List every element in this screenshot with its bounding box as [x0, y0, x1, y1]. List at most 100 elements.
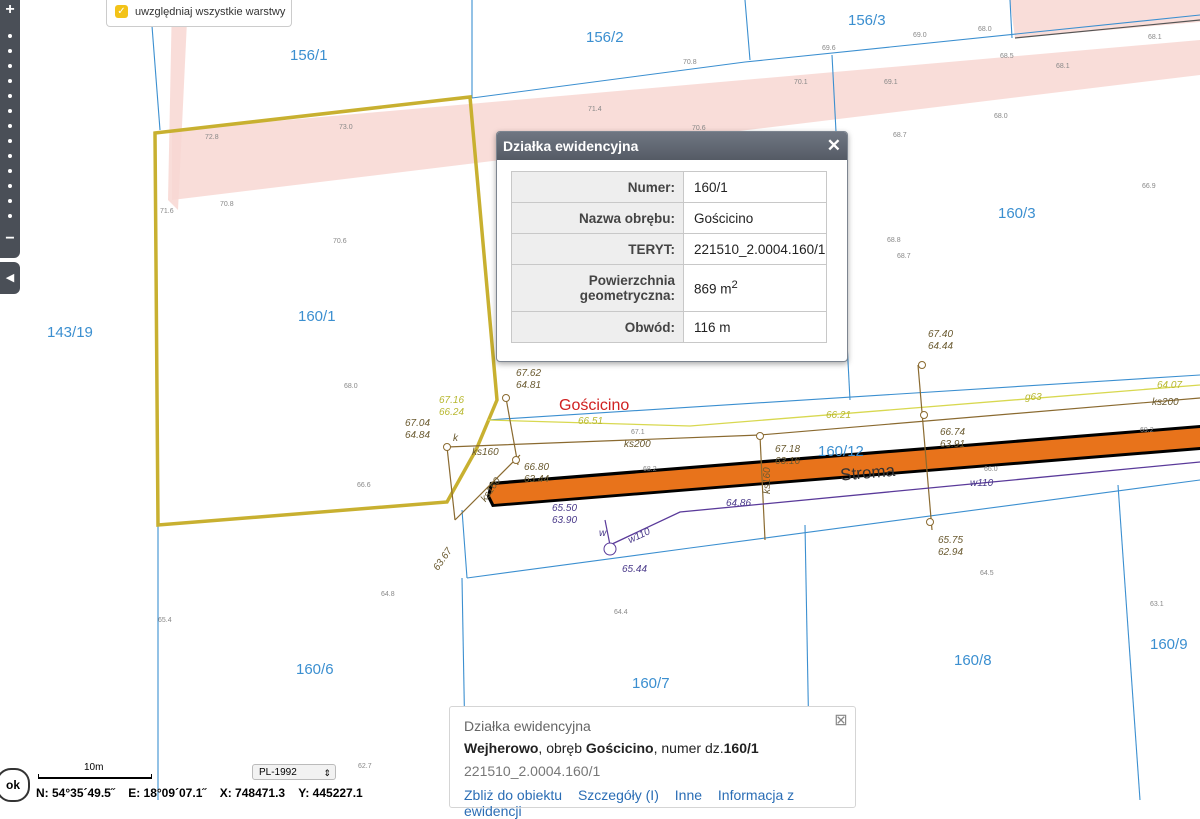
svg-text:66.51: 66.51 [578, 416, 603, 427]
map-canvas[interactable]: 156/1 156/2 156/3 143/19 160/1 160/3 160… [0, 0, 1200, 800]
zoom-level-dot[interactable] [8, 199, 12, 203]
table-row: Numer: 160/1 [511, 171, 828, 203]
svg-text:67.40: 67.40 [928, 329, 953, 340]
close-icon[interactable]: ✕ [827, 132, 841, 160]
zoom-level-dot[interactable] [8, 94, 12, 98]
zoom-level-dot[interactable] [8, 64, 12, 68]
info-links: Zbliż do obiektu Szczegóły (I) Inne Info… [464, 787, 855, 819]
layers-toggle-label: uwzględniaj wszystkie warstwy [135, 6, 286, 18]
svg-text:68.0: 68.0 [978, 26, 992, 33]
zoom-level-dot[interactable] [8, 49, 12, 53]
svg-text:68.0: 68.0 [994, 113, 1008, 120]
zoom-level-dot[interactable] [8, 109, 12, 113]
attr-value: 160/1 [682, 171, 828, 203]
svg-text:w: w [599, 528, 607, 539]
zoom-toolbar: + − [0, 0, 20, 258]
parcel-label-160-1: 160/1 [298, 308, 336, 325]
svg-text:g63: g63 [1025, 392, 1042, 403]
svg-text:64.86: 64.86 [726, 498, 751, 509]
svg-text:63.1: 63.1 [1150, 601, 1164, 608]
zoom-level-dot[interactable] [8, 139, 12, 143]
ok-button[interactable]: ok [0, 768, 30, 802]
attr-key: Nazwa obrębu: [511, 202, 684, 234]
attr-value: Gościcino [682, 202, 828, 234]
svg-text:66.21: 66.21 [826, 410, 851, 421]
svg-text:71.6: 71.6 [160, 208, 174, 215]
popup-header: Działka ewidencyjna ✕ [497, 132, 847, 160]
zoom-to-object-link[interactable]: Zbliż do obiektu [464, 787, 562, 803]
svg-text:64.07: 64.07 [1157, 380, 1182, 391]
svg-text:69.0: 69.0 [913, 32, 927, 39]
svg-text:w110: w110 [970, 478, 994, 489]
scale-label: 10m [84, 762, 104, 773]
svg-text:66.74: 66.74 [940, 427, 965, 438]
svg-text:68.7: 68.7 [897, 253, 911, 260]
zoom-level-dot[interactable] [8, 184, 12, 188]
svg-text:66.9: 66.9 [1142, 183, 1156, 190]
svg-text:73.0: 73.0 [339, 124, 353, 131]
svg-text:70.6: 70.6 [333, 238, 347, 245]
collapse-panel-icon[interactable]: ◀ [0, 262, 20, 294]
svg-text:68.1: 68.1 [1056, 63, 1070, 70]
parcel-label-160-7: 160/7 [632, 675, 670, 692]
road-reserve-top [1010, 0, 1200, 38]
details-link[interactable]: Szczegóły (I) [578, 787, 659, 803]
zoom-level-dot[interactable] [8, 79, 12, 83]
zoom-level-dot[interactable] [8, 124, 12, 128]
table-row: Obwód: 116 m [511, 311, 828, 343]
zoom-in-icon[interactable]: + [0, 2, 20, 18]
svg-text:68.1: 68.1 [1148, 34, 1162, 41]
info-description: Wejherowo, obręb Gościcino, numer dz.160… [464, 740, 759, 756]
svg-text:67.62: 67.62 [516, 368, 541, 379]
svg-text:70.8: 70.8 [220, 201, 234, 208]
svg-text:70.1: 70.1 [794, 79, 808, 86]
svg-text:66.6: 66.6 [357, 482, 371, 489]
svg-text:63.16: 63.16 [775, 456, 800, 467]
coord-x: X: 748471.3 [219, 786, 286, 800]
svg-text:67.04: 67.04 [405, 418, 430, 429]
svg-text:69.6: 69.6 [822, 45, 836, 52]
place-name: Gościcino [559, 397, 629, 414]
svg-text:68.8: 68.8 [887, 237, 901, 244]
svg-text:68.0: 68.0 [344, 383, 358, 390]
svg-text:64.84: 64.84 [405, 430, 430, 441]
close-icon[interactable]: ⊠ [833, 713, 849, 729]
svg-text:64.81: 64.81 [516, 380, 541, 391]
scale-bar [38, 774, 152, 779]
svg-text:64.8: 64.8 [381, 591, 395, 598]
popup-title: Działka ewidencyjna [503, 138, 639, 154]
zoom-out-icon[interactable]: − [0, 231, 20, 247]
info-teryt: 221510_2.0004.160/1 [464, 763, 601, 779]
parcel-label-156-1: 156/1 [290, 47, 328, 64]
attr-key: Numer: [511, 171, 684, 203]
table-row: TERYT: 221510_2.0004.160/1 [511, 233, 828, 265]
info-title: Działka ewidencyjna [464, 718, 591, 734]
svg-text:ks200: ks200 [624, 439, 651, 450]
checkbox-icon[interactable]: ✓ [115, 5, 128, 18]
attr-value: 869 m2 [682, 264, 828, 312]
svg-text:65.75: 65.75 [938, 535, 963, 546]
svg-text:63.44: 63.44 [524, 474, 549, 485]
zoom-level-dot[interactable] [8, 169, 12, 173]
other-link[interactable]: Inne [675, 787, 702, 803]
coordinates-readout: N: 54°35´49.5˝ E: 18°09´07.1˝ X: 748471.… [36, 786, 373, 800]
svg-text:62.7: 62.7 [358, 763, 372, 770]
parcel-label-160-9: 160/9 [1150, 636, 1188, 653]
table-row: Powierzchnia geometryczna: 869 m2 [511, 264, 828, 312]
svg-text:72.8: 72.8 [205, 134, 219, 141]
parcel-label-143-19: 143/19 [47, 324, 93, 341]
zoom-level-dot[interactable] [8, 154, 12, 158]
coord-e: E: 18°09´07.1˝ [128, 786, 207, 800]
info-district: Gościcino [585, 740, 654, 756]
parcel-popup: Działka ewidencyjna ✕ Numer: 160/1 Nazwa… [496, 131, 848, 362]
layers-toggle[interactable]: ✓ uwzględniaj wszystkie warstwy [106, 0, 292, 27]
crs-select[interactable]: PL-1992 ⇕ [252, 764, 336, 780]
attr-key: Obwód: [511, 311, 684, 343]
attr-key: Powierzchnia geometryczna: [511, 264, 684, 312]
crs-value: PL-1992 [259, 767, 297, 778]
zoom-level-dot[interactable] [8, 214, 12, 218]
zoom-level-dot[interactable] [8, 34, 12, 38]
svg-text:71.4: 71.4 [588, 106, 602, 113]
svg-text:69.2: 69.2 [1140, 427, 1154, 434]
parcel-label-160-8: 160/8 [954, 652, 992, 669]
